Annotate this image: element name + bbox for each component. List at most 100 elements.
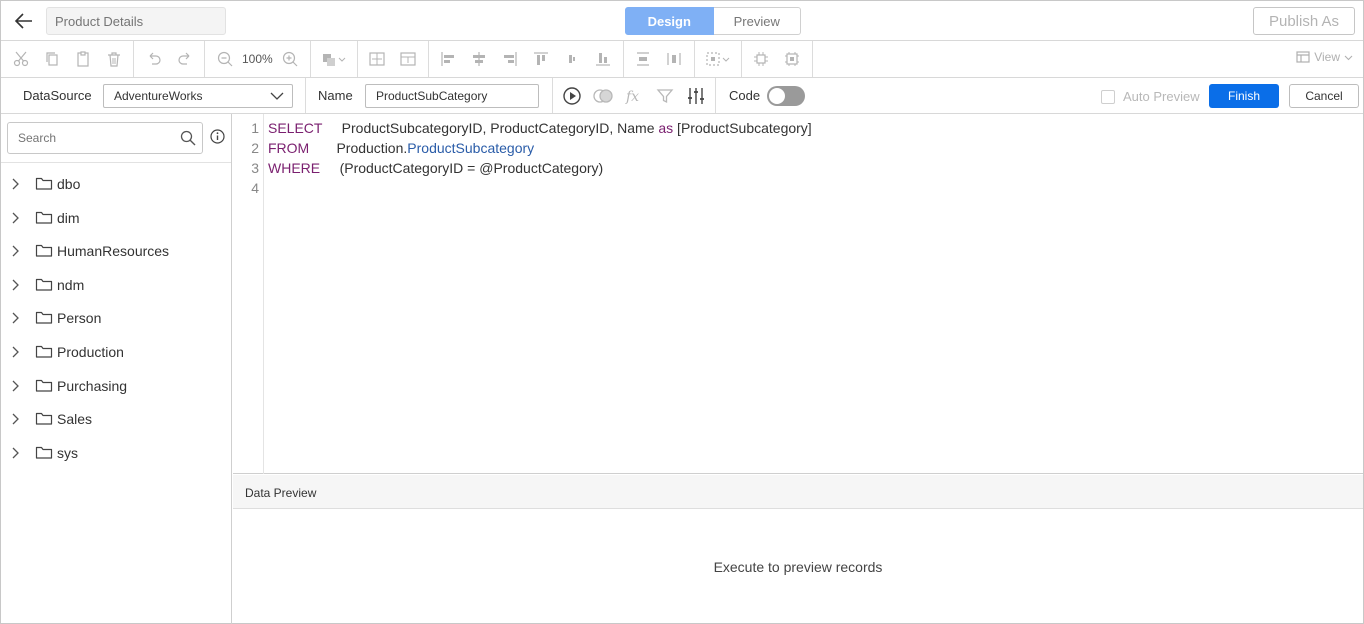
tree-item-label: HumanResources: [57, 243, 170, 260]
report-name-input[interactable]: [46, 7, 226, 35]
tree-item[interactable]: Person: [1, 301, 231, 335]
chevron-right-icon[interactable]: [11, 413, 21, 425]
align-center-icon[interactable]: [464, 44, 495, 74]
align-right-icon[interactable]: [495, 44, 526, 74]
arrow-left-icon: [14, 13, 32, 29]
line-number: 3: [251, 160, 259, 176]
toolbar-group-history: [134, 41, 205, 77]
divider: [1, 162, 231, 163]
tree-item[interactable]: Purchasing: [1, 369, 231, 403]
sql-keyword: SELECT: [268, 120, 323, 136]
expression-icon[interactable]: fx: [623, 85, 645, 107]
copy-icon[interactable]: [36, 44, 67, 74]
same-width-icon[interactable]: [362, 44, 393, 74]
folder-icon: [35, 245, 53, 257]
zoom-level: 100%: [242, 52, 273, 66]
view-menu[interactable]: View: [1296, 50, 1353, 64]
data-preview-title: Data Preview: [233, 475, 1363, 509]
align-middle-icon[interactable]: [557, 44, 588, 74]
paste-icon[interactable]: [67, 44, 98, 74]
divider: [552, 78, 553, 113]
join-icon[interactable]: [592, 85, 614, 107]
query-bar: DataSource AdventureWorks Name fx Code A…: [1, 78, 1363, 114]
code-text: ProductSubcategoryID, ProductCategoryID,…: [341, 120, 659, 136]
back-button[interactable]: [11, 8, 37, 34]
tree-item-label: ndm: [57, 276, 85, 293]
snap-to-grid-icon[interactable]: [746, 44, 777, 74]
auto-preview-checkbox[interactable]: [1101, 89, 1115, 104]
layout-icon: [1296, 51, 1310, 63]
top-bar: Design Preview Publish As: [1, 1, 1363, 41]
chevron-right-icon[interactable]: [11, 447, 21, 459]
tree-item[interactable]: sys: [1, 436, 231, 470]
zoom-in-icon[interactable]: [275, 44, 306, 74]
tree-item[interactable]: dbo: [1, 167, 231, 201]
search-input[interactable]: [8, 123, 168, 153]
toggle-knob: [769, 88, 785, 104]
code-text: [ProductSubcategory]: [673, 120, 812, 136]
chevron-right-icon[interactable]: [11, 312, 21, 324]
tab-design[interactable]: Design: [625, 7, 714, 35]
snap-to-shape-icon[interactable]: [777, 44, 808, 74]
tree-item[interactable]: HumanResources: [1, 234, 231, 268]
run-icon[interactable]: [561, 85, 583, 107]
align-bottom-icon[interactable]: [588, 44, 619, 74]
folder-icon: [35, 211, 53, 224]
same-height-icon[interactable]: [393, 44, 424, 74]
tree-item-label: Production: [57, 343, 124, 360]
tree-item-label: Person: [57, 310, 102, 327]
tree-item[interactable]: Production: [1, 335, 231, 369]
chevron-right-icon[interactable]: [11, 380, 21, 392]
code-text: Production.: [336, 140, 408, 156]
align-left-icon[interactable]: [433, 44, 464, 74]
info-icon[interactable]: [210, 129, 225, 144]
data-preview-panel: Data Preview Execute to preview records: [233, 475, 1363, 624]
toolbar-group-select: [695, 41, 742, 77]
filter-icon[interactable]: [654, 85, 676, 107]
table-name: ProductSubcategory: [407, 140, 535, 156]
chevron-right-icon[interactable]: [11, 279, 21, 291]
search-icon[interactable]: [180, 130, 196, 146]
align-top-icon[interactable]: [526, 44, 557, 74]
tree-item-label: Sales: [57, 411, 93, 428]
folder-icon: [35, 413, 53, 425]
code-toggle[interactable]: [767, 86, 805, 106]
tree-item-label: dim: [57, 209, 80, 226]
chevron-right-icon[interactable]: [11, 212, 21, 224]
chevron-right-icon[interactable]: [11, 346, 21, 358]
dataset-name-input[interactable]: [365, 84, 539, 108]
distribute-horizontal-icon[interactable]: [659, 44, 690, 74]
tab-preview[interactable]: Preview: [713, 7, 801, 35]
undo-icon[interactable]: [138, 44, 169, 74]
publish-as-button[interactable]: Publish As: [1253, 7, 1355, 35]
chevron-right-icon[interactable]: [11, 245, 21, 257]
datasource-select[interactable]: AdventureWorks: [103, 84, 293, 108]
tree-item-label: dbo: [57, 176, 81, 192]
cancel-button[interactable]: Cancel: [1289, 84, 1359, 108]
tree-item-label: sys: [57, 444, 78, 461]
sql-keyword: as: [658, 120, 674, 136]
bring-to-front-icon[interactable]: [315, 44, 353, 74]
datasource-value: AdventureWorks: [114, 89, 203, 103]
cut-icon[interactable]: [5, 44, 36, 74]
auto-preview-option[interactable]: Auto Preview: [1101, 89, 1200, 104]
chevron-right-icon[interactable]: [11, 178, 21, 190]
finish-button[interactable]: Finish: [1209, 84, 1279, 108]
distribute-vertical-icon[interactable]: [628, 44, 659, 74]
toolbar-group-size: [358, 41, 429, 77]
redo-icon[interactable]: [169, 44, 200, 74]
line-number-gutter: 1 2 3 4: [233, 114, 264, 474]
folder-icon: [35, 345, 53, 358]
toolbar: 100% View: [1, 41, 1363, 78]
parameters-icon[interactable]: [685, 85, 707, 107]
line-number: 4: [251, 180, 259, 196]
delete-icon[interactable]: [98, 44, 129, 74]
tree-item[interactable]: dim: [1, 201, 231, 235]
select-all-icon[interactable]: [699, 44, 737, 74]
zoom-out-icon[interactable]: [209, 44, 240, 74]
chevron-down-icon: [270, 92, 284, 100]
query-editor[interactable]: 1 2 3 4 SELECT ProductSubcategoryID, Pro…: [233, 114, 1363, 474]
tree-item[interactable]: Sales: [1, 402, 231, 436]
tree-item[interactable]: ndm: [1, 268, 231, 302]
